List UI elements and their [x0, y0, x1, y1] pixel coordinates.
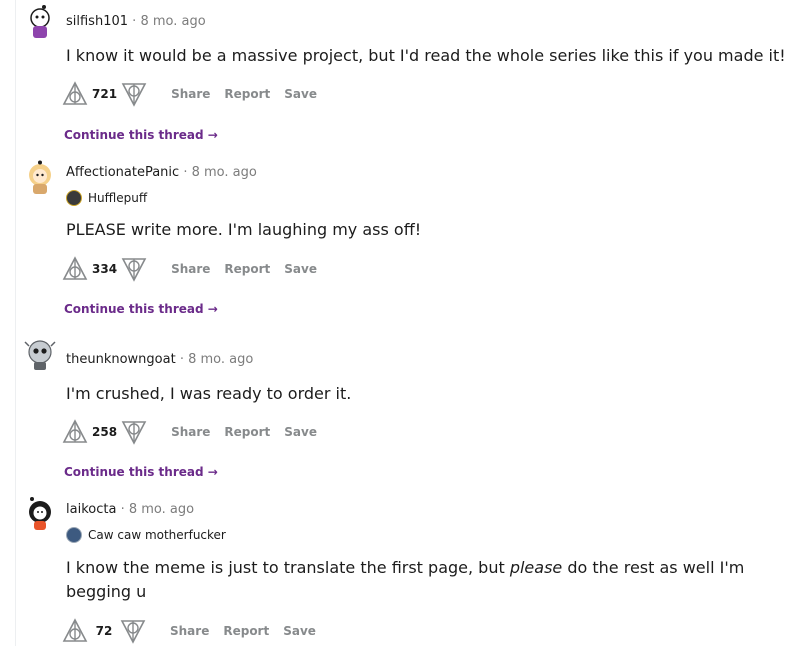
avatar[interactable]	[22, 160, 58, 196]
comment-age[interactable]: 8 mo. ago	[188, 352, 253, 367]
comment-actions: 258 Share Report Save	[60, 416, 317, 448]
flair-text: Caw caw motherfucker	[88, 528, 226, 542]
user-flair: Hufflepuff	[66, 190, 147, 206]
hufflepuff-crest-icon	[66, 190, 82, 206]
continue-thread-link[interactable]: Continue this thread →	[64, 128, 218, 142]
author-name[interactable]: silfish101	[66, 14, 128, 29]
comment-actions: 72 Share Report Save	[60, 615, 316, 647]
comment-actions: 334 Share Report Save	[60, 253, 317, 285]
vote-score: 72	[95, 624, 113, 638]
save-button[interactable]: Save	[284, 425, 317, 439]
separator-dot: ·	[120, 502, 125, 517]
share-button[interactable]: Share	[171, 262, 210, 276]
vote-score: 334	[92, 262, 118, 276]
upvote-button[interactable]	[60, 79, 90, 109]
share-button[interactable]: Share	[171, 87, 210, 101]
separator-dot: ·	[132, 14, 137, 29]
avatar[interactable]	[22, 496, 58, 532]
save-button[interactable]: Save	[284, 262, 317, 276]
deathly-hallows-downvote-icon	[121, 83, 147, 107]
comment-age[interactable]: 8 mo. ago	[140, 14, 205, 29]
comment-body-emphasis: please	[509, 558, 563, 577]
report-button[interactable]: Report	[224, 87, 270, 101]
deathly-hallows-upvote-icon	[62, 419, 88, 443]
deathly-hallows-upvote-icon	[62, 81, 88, 105]
continue-thread-link[interactable]: Continue this thread →	[64, 302, 218, 316]
ravenclaw-crest-icon	[66, 527, 82, 543]
continue-thread-link[interactable]: Continue this thread →	[64, 465, 218, 479]
comment-meta: silfish101 · 8 mo. ago	[66, 14, 206, 29]
author-name[interactable]: laikocta	[66, 502, 116, 517]
save-button[interactable]: Save	[284, 87, 317, 101]
comment-body: I know the meme is just to translate the…	[66, 556, 796, 604]
report-button[interactable]: Report	[224, 425, 270, 439]
comment-age[interactable]: 8 mo. ago	[192, 165, 257, 180]
deathly-hallows-upvote-icon	[62, 256, 88, 280]
comment-age[interactable]: 8 mo. ago	[129, 502, 194, 517]
share-button[interactable]: Share	[170, 624, 209, 638]
upvote-button[interactable]	[60, 254, 90, 284]
comment-meta: AffectionatePanic · 8 mo. ago	[66, 165, 257, 180]
vote-score: 721	[92, 87, 118, 101]
comment-actions: 721 Share Report Save	[60, 78, 317, 110]
comment-body-text: I know the meme is just to translate the…	[66, 558, 510, 577]
share-button[interactable]: Share	[171, 425, 210, 439]
comment-body: PLEASE write more. I'm laughing my ass o…	[66, 220, 422, 239]
thread-line[interactable]	[15, 0, 16, 646]
upvote-button[interactable]	[60, 417, 90, 447]
save-button[interactable]: Save	[283, 624, 316, 638]
report-button[interactable]: Report	[223, 624, 269, 638]
avatar[interactable]	[22, 336, 58, 372]
separator-dot: ·	[179, 352, 184, 367]
flair-text: Hufflepuff	[88, 191, 148, 205]
downvote-button[interactable]	[119, 254, 149, 284]
deathly-hallows-upvote-icon	[62, 618, 88, 642]
separator-dot: ·	[183, 165, 188, 180]
deathly-hallows-downvote-icon	[121, 421, 147, 445]
user-flair: Caw caw motherfucker	[66, 527, 226, 543]
comment-meta: laikocta · 8 mo. ago	[66, 502, 194, 517]
comment-body: I'm crushed, I was ready to order it.	[66, 384, 352, 403]
vote-score: 258	[92, 425, 118, 439]
avatar[interactable]	[22, 4, 58, 40]
downvote-button[interactable]	[119, 79, 149, 109]
downvote-button[interactable]	[119, 417, 149, 447]
report-button[interactable]: Report	[224, 262, 270, 276]
author-name[interactable]: AffectionatePanic	[66, 165, 179, 180]
deathly-hallows-downvote-icon	[121, 258, 147, 282]
comment-body: I know it would be a massive project, bu…	[66, 46, 786, 65]
upvote-button[interactable]	[60, 616, 90, 646]
author-name[interactable]: theunknowngoat	[66, 352, 176, 367]
comment-meta: theunknowngoat · 8 mo. ago	[66, 352, 253, 367]
downvote-button[interactable]	[118, 616, 148, 646]
deathly-hallows-downvote-icon	[120, 620, 146, 644]
